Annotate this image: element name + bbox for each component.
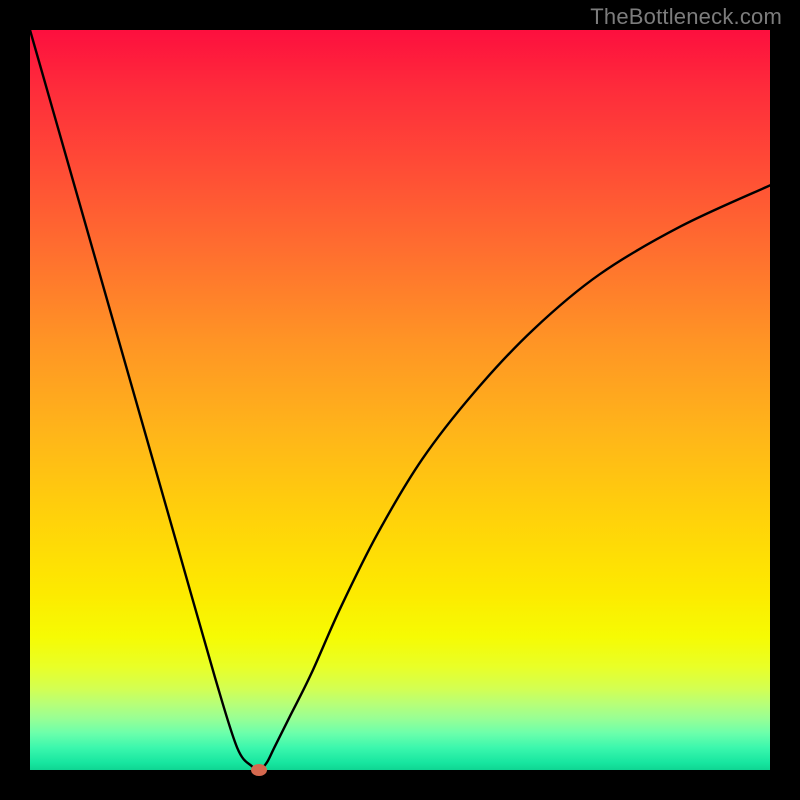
plot-area bbox=[30, 30, 770, 770]
bottleneck-curve bbox=[30, 30, 770, 770]
watermark-text: TheBottleneck.com bbox=[590, 4, 782, 30]
optimum-marker bbox=[251, 764, 267, 776]
chart-frame: TheBottleneck.com bbox=[0, 0, 800, 800]
curve-path bbox=[30, 30, 770, 770]
